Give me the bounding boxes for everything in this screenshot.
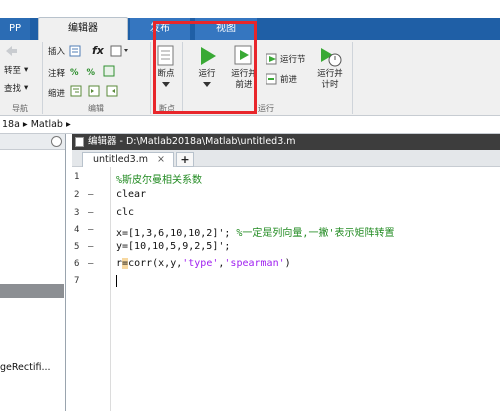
code-line-6[interactable]: r=corr(x,y,'type','spearman') (116, 258, 291, 269)
tab-publish[interactable]: 发布 (130, 18, 190, 40)
code-text: x=[1,3,6,10,10,2]'; (116, 228, 231, 239)
run-and-time-button[interactable]: 运行并 计时 (314, 44, 346, 91)
line-number: 7 (74, 276, 80, 286)
executable-marker[interactable]: — (88, 225, 93, 235)
text-caret (116, 275, 117, 287)
editor-title: 编辑器 - D:\Matlab2018a\Matlab\untitled3.m (88, 136, 296, 147)
panel-header (0, 134, 65, 150)
code-text: ) (284, 258, 291, 269)
divider (352, 42, 353, 114)
editor-titlebar: 编辑器 - D:\Matlab2018a\Matlab\untitled3.m (72, 134, 500, 150)
run-label: 运行 (198, 69, 216, 79)
line-number: 6 (74, 259, 80, 269)
uncomment-icon: % (86, 67, 96, 78)
executable-marker[interactable]: — (88, 208, 93, 218)
tab-view[interactable]: 视图 (195, 18, 257, 40)
goto-button[interactable]: 转至 ▾ (4, 64, 28, 76)
breakpoints-button[interactable]: 断点 (154, 44, 178, 87)
goto-label: 转至 (4, 66, 22, 76)
chevron-down-icon (162, 82, 170, 87)
advance-button[interactable]: 前进 (266, 73, 297, 85)
panel-actions-icon[interactable] (51, 136, 62, 147)
insert-icon (69, 45, 81, 57)
code-line-3[interactable]: clc (116, 207, 134, 218)
back-icon[interactable] (4, 45, 18, 57)
run-advance-button[interactable]: 运行并 前进 (228, 44, 260, 91)
indent-button[interactable]: 缩进 (48, 85, 118, 100)
advance-label: 前进 (280, 75, 298, 85)
editor-window: 编辑器 - D:\Matlab2018a\Matlab\untitled3.m … (72, 134, 500, 411)
tab-editor[interactable]: 编辑器 (38, 17, 128, 41)
run-and-time-icon (321, 48, 342, 67)
executable-marker[interactable]: — (88, 259, 93, 269)
selected-row[interactable] (0, 284, 64, 298)
code-string: 'type' (182, 258, 219, 269)
line-number: 5 (74, 242, 80, 252)
line-number: 4 (74, 225, 80, 235)
breakpoint-icon (157, 45, 174, 66)
edit-group-label: 编辑 (88, 104, 104, 113)
file-tab-label: untitled3.m (93, 154, 148, 165)
tab-untitled3[interactable]: untitled3.m × (82, 152, 174, 167)
divider (182, 42, 183, 114)
find-label: 查找 (4, 84, 22, 94)
percent-icon: % (70, 67, 79, 78)
ribbon: 转至 ▾ 查找 ▾ 导航 插入 fx 注释 % % 缩进 编辑 断点 断点 运行… (0, 40, 500, 116)
divider (150, 42, 151, 114)
increase-indent-icon (88, 85, 100, 100)
code-text: corr(x,y, (128, 258, 183, 269)
editor-tabs: untitled3.m × + (72, 150, 500, 167)
breakpoints-label: 断点 (157, 69, 175, 79)
run-section-button[interactable]: 运行节 (266, 53, 306, 65)
tab-apps[interactable]: PP (0, 18, 30, 40)
run-and-advance-icon (234, 45, 252, 65)
code-line-5[interactable]: y=[10,10,5,9,2,5]'; (116, 241, 230, 252)
smart-indent-icon (70, 85, 82, 100)
chevron-down-icon: ▾ (24, 65, 29, 75)
comment-button[interactable]: 注释 % % (48, 65, 115, 80)
divider (42, 42, 43, 114)
line-number-gutter (72, 167, 110, 411)
play-icon (201, 47, 216, 65)
run-advance-label: 运行并 前进 (231, 69, 257, 90)
file-item[interactable]: geRectifi... (0, 362, 51, 373)
document-icon (75, 137, 84, 147)
insert-button[interactable]: 插入 (48, 45, 83, 57)
executable-marker[interactable]: — (88, 190, 93, 200)
code-line-4[interactable]: x=[1,3,6,10,10,2]'; %一定是列向量,一撇'表示矩阵转置 (116, 224, 394, 239)
line-number: 2 (74, 190, 80, 200)
advance-icon (266, 73, 277, 85)
find-button[interactable]: 查找 ▾ (4, 82, 28, 94)
gutter-divider (110, 167, 111, 411)
current-folder-panel: geRectifi... (0, 134, 66, 411)
run-section-label: 运行节 (280, 55, 306, 65)
run-and-time-label: 运行并 计时 (317, 69, 343, 90)
run-section-icon (266, 53, 277, 65)
code-line-1[interactable]: %斯皮尔曼相关系数 (116, 171, 202, 186)
code-comment: %一定是列向量,一撇'表示矩阵转置 (230, 228, 395, 239)
close-icon[interactable]: × (157, 154, 165, 165)
current-folder-path: 18a ▸ Matlab ▸ (2, 119, 71, 130)
wrap-comment-icon (103, 65, 115, 80)
insert-label: 插入 (48, 47, 66, 57)
current-folder-bar[interactable]: 18a ▸ Matlab ▸ (0, 116, 500, 134)
code-line-2[interactable]: clear (116, 189, 146, 200)
decrease-indent-icon (106, 85, 118, 100)
comment-label: 注释 (48, 68, 66, 79)
run-button[interactable]: 运行 (192, 44, 222, 87)
new-tab-button[interactable]: + (176, 152, 194, 167)
breakpoints-group-label: 断点 (159, 104, 175, 113)
line-number: 3 (74, 208, 80, 218)
chevron-down-icon: ▾ (24, 83, 29, 93)
run-group-label: 运行 (258, 104, 274, 113)
executable-marker[interactable]: — (88, 242, 93, 252)
fx-button[interactable]: fx (92, 44, 104, 57)
more-edit-icon[interactable] (110, 45, 130, 57)
code-string: 'spearman' (224, 258, 285, 269)
line-number: 1 (74, 172, 80, 182)
toolstrip-tabbar: PP 编辑器 发布 视图 (0, 0, 500, 41)
nav-group-label: 导航 (12, 104, 28, 113)
indent-label: 缩进 (48, 88, 66, 99)
chevron-down-icon (203, 82, 211, 87)
